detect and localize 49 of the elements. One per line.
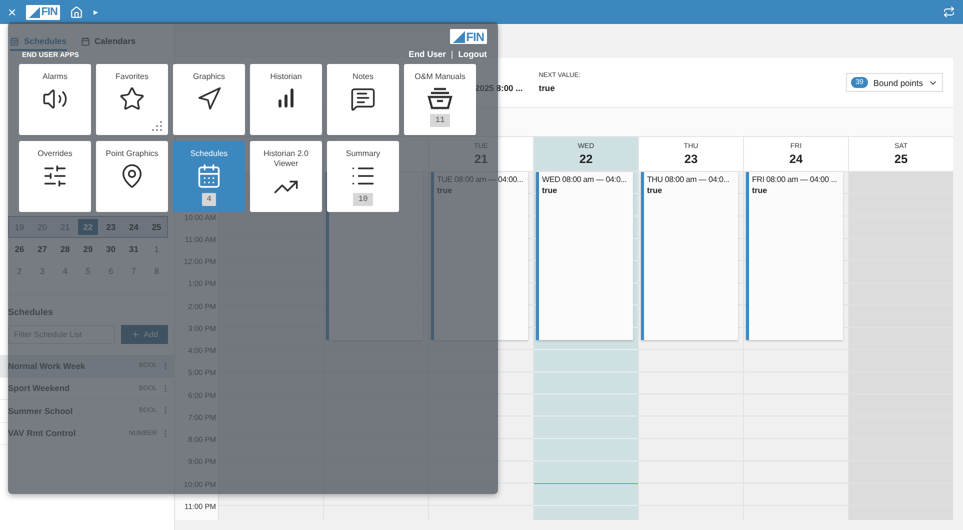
date: 22 xyxy=(579,152,593,166)
date: 25 xyxy=(894,152,908,166)
event-time: FRI 08:00 am — 04:00 ... xyxy=(752,175,838,184)
app-tile[interactable]: Schedules 4 xyxy=(173,141,245,212)
next-value: true xyxy=(538,83,556,93)
event-time: THU 08:00 am — 04:0... xyxy=(647,175,730,184)
event-time: TUE 08:00 am — 04:00... xyxy=(437,175,524,184)
date: 24 xyxy=(789,152,803,166)
app-tile[interactable]: Notes xyxy=(327,64,399,135)
app-tile[interactable]: O&M Manuals 11 xyxy=(404,64,476,135)
app-tile[interactable]: Summary 10 xyxy=(327,141,399,212)
event-value: true xyxy=(542,186,558,195)
event-card[interactable]: WED 08:00 am — 04:0... true xyxy=(536,172,633,340)
logo-text: FIN xyxy=(41,6,58,18)
app-tile[interactable]: Historian xyxy=(250,64,322,135)
tray-icon xyxy=(427,86,453,110)
star-icon xyxy=(119,86,145,112)
event-value: true xyxy=(647,186,664,195)
event-card[interactable]: THU 08:00 am — 04:0... true xyxy=(641,172,738,340)
navigation-arrow-icon xyxy=(196,86,222,112)
speech-bubble-icon xyxy=(350,86,376,112)
app-tile[interactable]: Alarms xyxy=(19,64,91,135)
logo-text: FIN xyxy=(466,30,484,42)
event-value: true xyxy=(437,186,454,195)
date: 21 xyxy=(474,152,488,166)
separator: | xyxy=(450,49,454,59)
logout-link[interactable]: Logout xyxy=(458,49,487,59)
app-tile[interactable]: Favorites xyxy=(96,64,168,135)
app-tile[interactable]: Historian 2.0 Viewer xyxy=(250,141,322,212)
app-tile[interactable]: Graphics xyxy=(173,64,245,135)
calendar-icon xyxy=(196,163,222,190)
user-link[interactable]: End User xyxy=(408,49,446,59)
event-card[interactable]: FRI 08:00 am — 04:00 ... true xyxy=(746,172,843,340)
sliders-icon xyxy=(42,163,68,190)
count-badge: 11 xyxy=(430,114,450,128)
count-badge: 10 xyxy=(353,193,373,206)
triangle-icon xyxy=(453,30,466,42)
repeat-icon[interactable] xyxy=(943,6,955,18)
app-tile[interactable]: Overrides xyxy=(19,141,91,212)
home-icon[interactable] xyxy=(70,6,84,18)
event-time: WED 08:00 am — 04:0... xyxy=(542,175,628,184)
event-value: true xyxy=(752,186,768,195)
count-badge: 4 xyxy=(202,193,216,206)
date: 23 xyxy=(684,152,698,166)
app-tile[interactable]: Point Graphics xyxy=(96,141,168,212)
breadcrumb-caret[interactable]: ▸ xyxy=(93,7,98,17)
close-button[interactable]: × xyxy=(8,5,16,19)
resize-handle-icon[interactable] xyxy=(149,120,163,132)
triangle-icon xyxy=(29,6,40,18)
